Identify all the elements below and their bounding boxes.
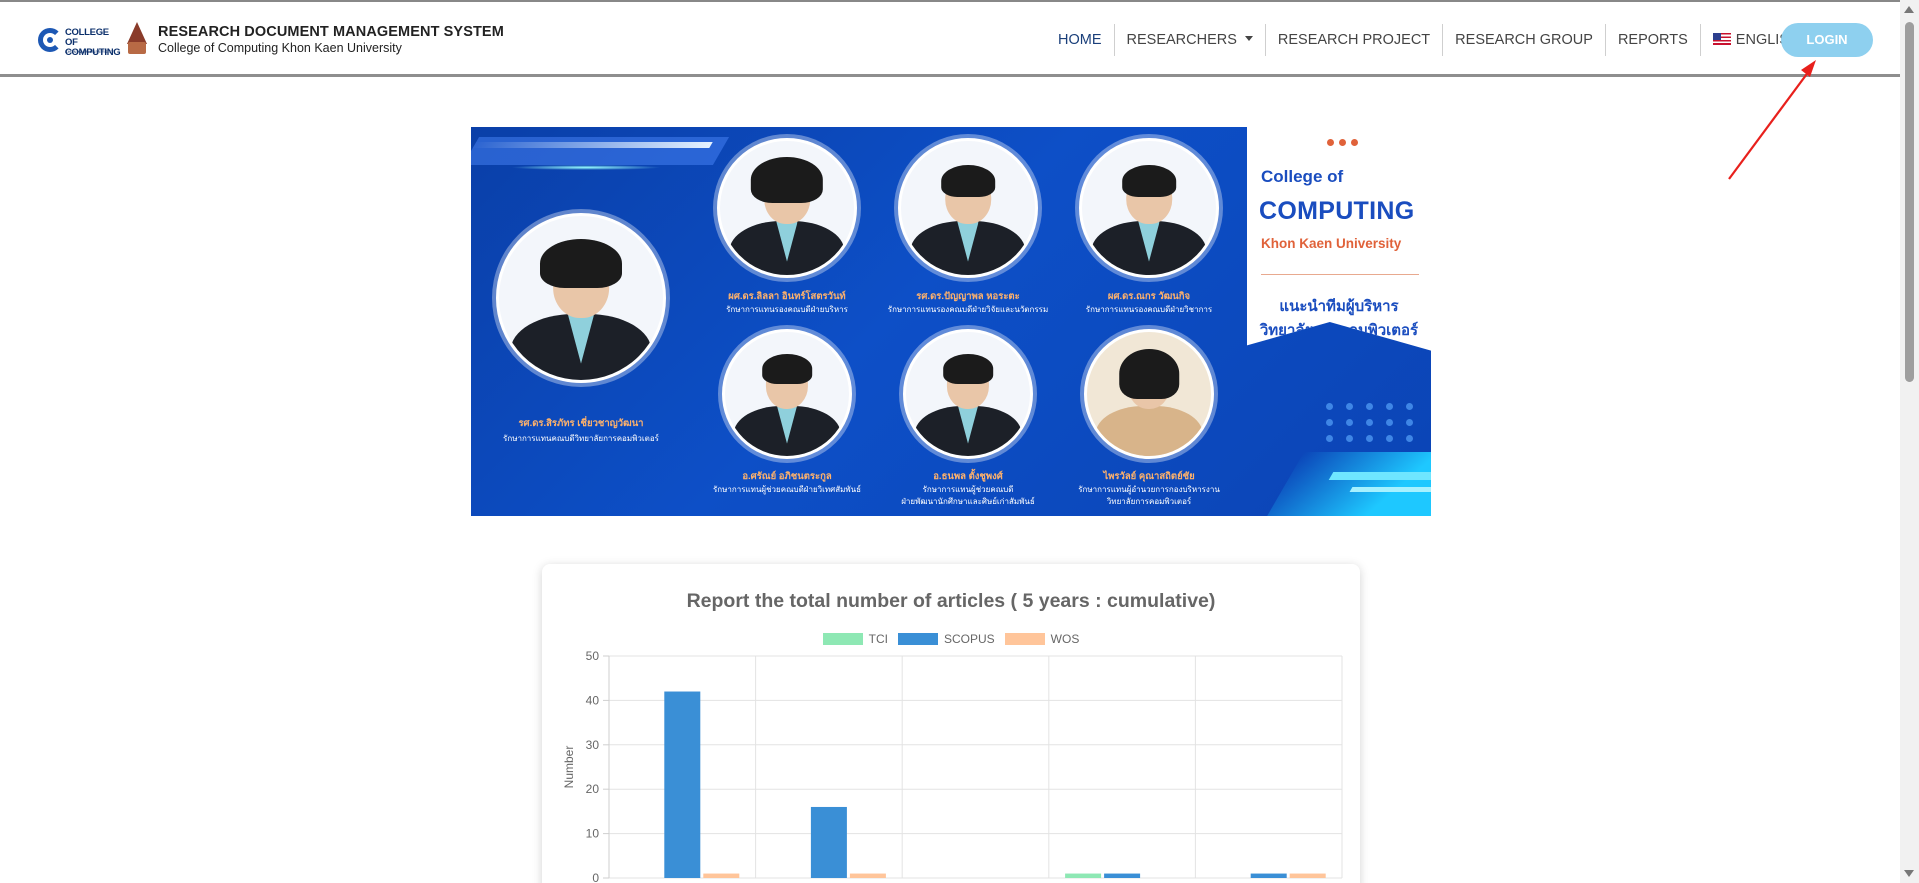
cc-logo-sub: KHON KAEN UNIVERSITY <box>65 49 114 54</box>
person-role: รักษาการแทนรองคณบดีฝ่ายวิชาการ <box>1085 305 1213 314</box>
us-flag-icon <box>1712 33 1731 46</box>
person-name: ผศ.ดร.ณกร วัฒนกิจ <box>1107 291 1191 302</box>
person-name: รศ.ดร.ปัญญาพล หอระตะ <box>916 291 1020 302</box>
person-name: ผศ.ดร.ลิลลา อินทร์โสตรวันท์ <box>728 291 846 302</box>
nav-reports[interactable]: REPORTS <box>1604 24 1700 56</box>
portrait-person <box>1079 138 1219 278</box>
scroll-down-icon[interactable] <box>1904 870 1914 877</box>
portrait-person <box>722 329 852 459</box>
bar-wos <box>849 873 886 878</box>
banner-streak <box>471 142 713 148</box>
person-name: อ.ศรัณย์ อภิชนตระกูล <box>742 471 832 482</box>
bar-scopus <box>1250 873 1287 878</box>
nav-research-project[interactable]: RESEARCH PROJECT <box>1264 24 1442 56</box>
y-tick-label: 0 <box>592 871 599 883</box>
person-role: รักษาการแทนผู้อำนวยการกองบริหารงาน <box>1078 485 1220 494</box>
nav-research-group[interactable]: RESEARCH GROUP <box>1442 24 1605 56</box>
login-button[interactable]: LOGIN <box>1781 23 1873 57</box>
brand-title: RESEARCH DOCUMENT MANAGEMENT SYSTEM <box>158 23 504 40</box>
banner-title-card: College of COMPUTING Khon Kaen Universit… <box>1247 127 1431 351</box>
person-name: รศ.ดร.สิรภัทร เชี่ยวชาญวัฒนา <box>518 418 644 429</box>
dots-icon <box>1327 139 1358 146</box>
annotation-arrow-icon <box>1728 60 1816 180</box>
y-tick-label: 40 <box>586 693 600 707</box>
decor-dot-grid <box>1326 403 1414 442</box>
y-tick-label: 50 <box>586 649 600 663</box>
scrollbar[interactable] <box>1900 0 1919 883</box>
articles-report-card: Report the total number of articles ( 5 … <box>542 564 1360 883</box>
y-tick-label: 30 <box>586 738 600 752</box>
bar-wos <box>703 873 740 878</box>
cc-logo-icon <box>38 28 62 52</box>
card-kku: Khon Kaen University <box>1261 236 1402 251</box>
chevron-down-icon <box>1244 35 1253 41</box>
portrait-person <box>903 329 1033 459</box>
bar-wos <box>1289 873 1326 878</box>
banner-glow <box>511 165 661 170</box>
nav-researchers-label: RESEARCHERS <box>1126 32 1237 48</box>
portrait-person <box>898 138 1038 278</box>
decor-shard <box>1349 487 1431 492</box>
portrait-person <box>717 138 857 278</box>
card-th-line2: วิทยาลัยการคอมพิวเตอร์ <box>1259 322 1419 339</box>
scroll-up-icon[interactable] <box>1904 6 1914 13</box>
bar-chart: 0 10 20 30 40 50 Number <box>562 649 1343 883</box>
nav-home[interactable]: HOME <box>1046 24 1114 56</box>
portrait-person <box>1084 329 1214 459</box>
portrait-dean <box>496 213 666 383</box>
card-th-line1: แนะนำทีมผู้บริหาร <box>1279 298 1399 315</box>
college-of-computing-logo: COLLEGE OF COMPUTING KHON KAEN UNIVERSITY <box>38 20 121 58</box>
person-role: รักษาการแทนคณบดีวิทยาลัยการคอมพิวเตอร์ <box>503 434 659 443</box>
person-name: อ.ธนพล ตั้งชูพงศ์ <box>933 471 1003 482</box>
bar-scopus <box>810 806 847 878</box>
brand-subtitle: College of Computing Khon Kaen Universit… <box>158 40 402 55</box>
card-college-of: College of <box>1261 167 1344 186</box>
bar-tci <box>1065 873 1102 878</box>
bar-scopus <box>1104 873 1141 878</box>
decor-shard <box>1257 452 1431 516</box>
page: COLLEGE OF COMPUTING KHON KAEN UNIVERSITY… <box>0 0 1919 883</box>
card-computing: COMPUTING <box>1259 197 1415 225</box>
y-axis-label: Number <box>562 746 576 789</box>
bar-scopus <box>664 691 701 878</box>
card-divider <box>1261 274 1419 275</box>
nav-researchers[interactable]: RESEARCHERS <box>1113 24 1265 56</box>
brand-text: RESEARCH DOCUMENT MANAGEMENT SYSTEM Coll… <box>158 24 504 55</box>
navbar: COLLEGE OF COMPUTING KHON KAEN UNIVERSITY… <box>0 2 1900 77</box>
main-nav: HOME RESEARCHERS RESEARCH PROJECT RESEAR… <box>1046 24 1827 56</box>
scroll-thumb[interactable] <box>1905 22 1914 382</box>
decor-shard <box>1328 472 1431 480</box>
y-tick-label: 10 <box>586 827 600 841</box>
kku-seal-icon <box>126 22 148 56</box>
person-role: วิทยาลัยการคอมพิวเตอร์ <box>1106 497 1192 506</box>
executives-banner: รศ.ดร.สิรภัทร เชี่ยวชาญวัฒนา รักษาการแทน… <box>471 127 1431 516</box>
y-tick-label: 20 <box>586 782 600 796</box>
person-name: ไพรวัลย์ คุณาสถิตย์ชัย <box>1103 471 1195 482</box>
brand[interactable]: COLLEGE OF COMPUTING KHON KAEN UNIVERSITY… <box>38 20 504 58</box>
